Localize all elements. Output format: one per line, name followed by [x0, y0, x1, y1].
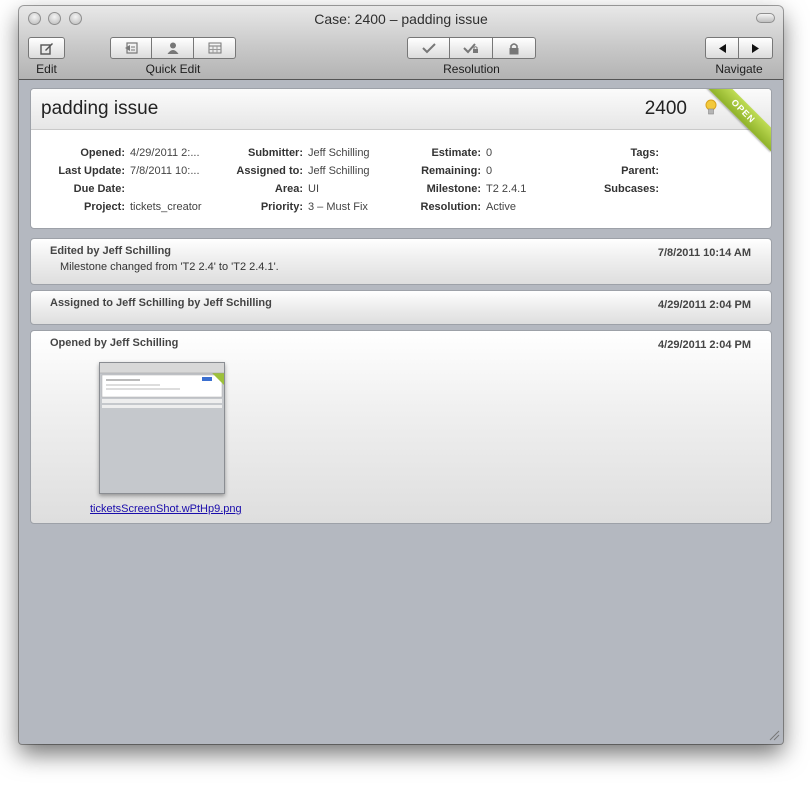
move-button[interactable]: [110, 37, 152, 59]
event-assigned: Assigned to Jeff Schilling by Jeff Schil…: [30, 290, 772, 325]
resolution-field-label: Resolution:: [420, 201, 482, 213]
resolution-group: [407, 37, 536, 59]
edit-icon: [39, 43, 53, 55]
event-opened: Opened by Jeff Schilling 4/29/2011 2:04 …: [30, 330, 772, 524]
previous-case-button[interactable]: [705, 37, 739, 59]
lightbulb-icon: [705, 99, 717, 115]
event-title: Opened by Jeff Schilling: [50, 337, 179, 349]
window-title: Case: 2400 – padding issue: [314, 11, 488, 27]
previous-icon: [718, 43, 726, 53]
status-ribbon: OPEN: [703, 89, 771, 152]
resolve-close-icon: [463, 43, 478, 54]
close-case-button[interactable]: [493, 37, 536, 59]
edit-label: Edit: [36, 62, 57, 76]
event-description: Milestone changed from 'T2 2.4' to 'T2 2…: [60, 261, 279, 273]
next-case-button[interactable]: [739, 37, 773, 59]
case-number: 2400: [644, 98, 687, 119]
navigate-label: Navigate: [715, 62, 763, 76]
event-title: Edited by Jeff Schilling: [50, 245, 172, 257]
case-details-card: padding issue 2400 OPEN Opened: 4/29/201…: [30, 88, 772, 229]
move-icon: [125, 42, 138, 54]
resize-grip-icon[interactable]: [769, 730, 780, 741]
quick-edit-label: Quick Edit: [145, 62, 201, 76]
parent-label: Parent:: [621, 165, 659, 177]
resolve-icon: [421, 43, 436, 54]
resolve-button[interactable]: [407, 37, 450, 59]
resolve-and-close-button[interactable]: [450, 37, 493, 59]
event-title: Assigned to Jeff Schilling by Jeff Schil…: [50, 297, 272, 309]
calendar-icon: [208, 42, 221, 54]
subcases-label: Subcases:: [603, 183, 659, 195]
case-header: padding issue 2400 OPEN: [31, 89, 771, 152]
event-date: 7/8/2011 10:14 AM: [657, 247, 751, 259]
schedule-button[interactable]: [194, 37, 236, 59]
case-title: padding issue: [41, 98, 159, 119]
tags-label: Tags:: [630, 147, 659, 159]
edit-button[interactable]: [28, 37, 65, 59]
screenshot-preview-image: [100, 363, 224, 493]
assign-button[interactable]: [152, 37, 194, 59]
attachment-thumbnail[interactable]: [99, 362, 225, 494]
next-icon: [752, 43, 759, 53]
close-icon: [509, 42, 519, 54]
event-date: 4/29/2011 2:04 PM: [658, 299, 751, 311]
title-bar: Case: 2400 – padding issue Edit Quick Ed…: [19, 6, 783, 80]
toolbar-toggle-button[interactable]: [756, 13, 775, 23]
event-edited: Edited by Jeff Schilling 7/8/2011 10:14 …: [30, 238, 772, 285]
resolution-label: Resolution: [443, 62, 500, 76]
navigate-group: [705, 37, 773, 59]
attachment-link[interactable]: ticketsScreenShot.wPtHp9.png: [90, 503, 242, 515]
assign-icon: [167, 42, 178, 54]
quick-edit-group: [110, 37, 236, 59]
case-window: Case: 2400 – padding issue Edit Quick Ed…: [19, 6, 783, 744]
event-date: 4/29/2011 2:04 PM: [658, 339, 751, 351]
edit-group: [28, 37, 65, 59]
